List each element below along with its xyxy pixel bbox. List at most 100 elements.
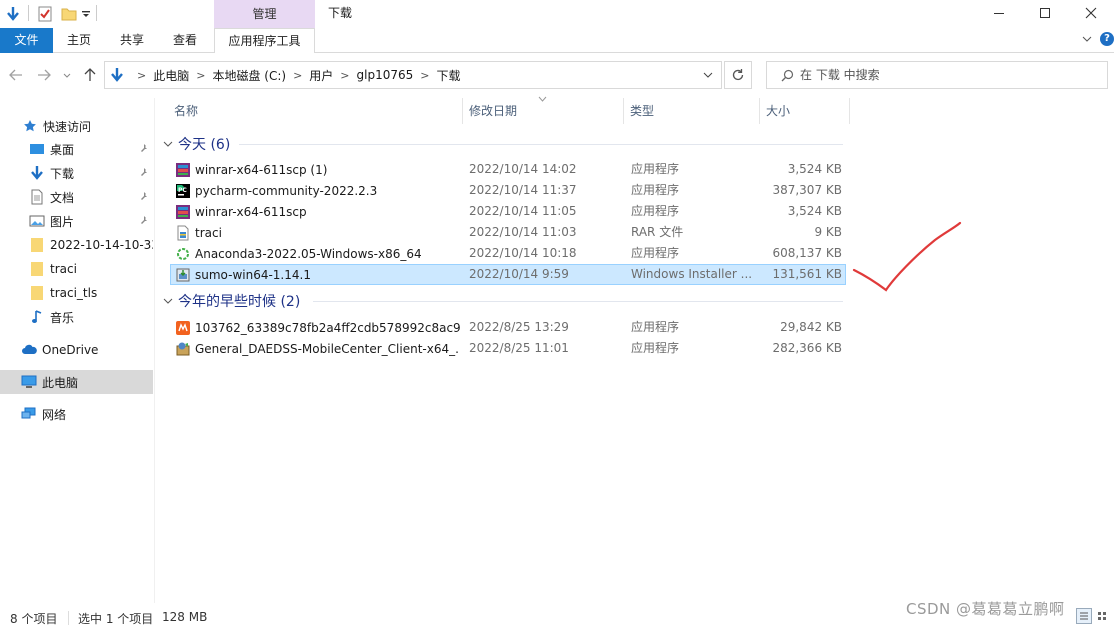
properties-icon[interactable] bbox=[36, 4, 54, 24]
setup-icon bbox=[175, 341, 191, 357]
group-header-earlier-this-year[interactable]: 今年的早些时候 (2) bbox=[163, 290, 843, 312]
file-row[interactable]: PC pycharm-community-2022.2.3 2022/10/14… bbox=[170, 180, 846, 201]
back-arrow-icon[interactable] bbox=[6, 65, 26, 85]
large-icons-view-icon[interactable] bbox=[1094, 608, 1110, 624]
collapse-chevron-icon[interactable] bbox=[163, 296, 173, 307]
file-size: 3,524 KB bbox=[787, 204, 842, 218]
breadcrumb-local-disk[interactable]: 本地磁盘 (C:) bbox=[212, 67, 286, 84]
customize-quick-access-icon[interactable] bbox=[80, 4, 92, 24]
sidebar-item-label: 快速访问 bbox=[43, 119, 92, 134]
sidebar-item-downloads[interactable]: 下载 bbox=[0, 161, 153, 185]
file-date: 2022/8/25 11:01 bbox=[469, 341, 569, 355]
pin-icon bbox=[139, 167, 149, 180]
search-icon bbox=[781, 69, 794, 82]
file-row[interactable]: 103762_63389c78fb2a4ff2cdb578992c8ac9...… bbox=[170, 317, 846, 338]
download-icon bbox=[29, 165, 45, 181]
file-name: traci bbox=[195, 225, 222, 240]
file-row-selected[interactable]: sumo-win64-1.14.1 2022/10/14 9:59 Window… bbox=[170, 264, 846, 285]
group-divider bbox=[239, 144, 843, 145]
sidebar-item-network[interactable]: 网络 bbox=[0, 402, 153, 426]
tab-home[interactable]: 主页 bbox=[60, 28, 98, 53]
tab-view[interactable]: 查看 bbox=[166, 28, 204, 53]
breadcrumb-users[interactable]: 用户 bbox=[309, 67, 333, 84]
sidebar-item-quick-access[interactable]: 快速访问 bbox=[0, 114, 153, 138]
file-row[interactable]: winrar-x64-611scp 2022/10/14 11:05 应用程序 … bbox=[170, 201, 846, 222]
refresh-button[interactable] bbox=[724, 61, 752, 89]
recent-locations-chevron-icon[interactable] bbox=[60, 65, 74, 85]
up-arrow-icon[interactable] bbox=[80, 65, 100, 85]
column-header-type[interactable]: 类型 bbox=[624, 98, 760, 124]
anaconda-icon bbox=[175, 246, 191, 262]
sidebar-item-label: traci_tls bbox=[50, 286, 98, 300]
file-row[interactable]: General_DAEDSS-MobileCenter_Client-x64_.… bbox=[170, 338, 846, 359]
sidebar-item-documents[interactable]: 文档 bbox=[0, 185, 153, 209]
navigation-bar: > 此电脑 > 本地磁盘 (C:) > 用户 > glp10765 > 下载 bbox=[0, 53, 1114, 98]
manage-context-tab[interactable]: 管理 bbox=[214, 0, 315, 28]
sidebar-item-this-pc[interactable]: 此电脑 bbox=[0, 370, 153, 394]
tab-share[interactable]: 共享 bbox=[113, 28, 151, 53]
breadcrumb-downloads[interactable]: 下载 bbox=[436, 67, 460, 84]
minimize-button[interactable] bbox=[976, 0, 1022, 26]
breadcrumb-separator-icon[interactable]: > bbox=[340, 69, 349, 82]
breadcrumb-separator-icon[interactable]: > bbox=[196, 69, 205, 82]
column-header-date[interactable]: 修改日期 bbox=[463, 98, 624, 124]
tab-file[interactable]: 文件 bbox=[0, 28, 53, 53]
star-icon bbox=[22, 118, 38, 134]
music-icon bbox=[29, 309, 45, 325]
file-size: 3,524 KB bbox=[787, 162, 842, 176]
expand-ribbon-icon[interactable] bbox=[1080, 32, 1094, 46]
tab-application-tools[interactable]: 应用程序工具 bbox=[214, 28, 315, 54]
group-header-today[interactable]: 今天 (6) bbox=[163, 133, 843, 155]
refresh-icon bbox=[732, 69, 744, 81]
close-button[interactable] bbox=[1068, 0, 1114, 26]
column-header-size[interactable]: 大小 bbox=[760, 98, 850, 124]
sidebar-item-pictures[interactable]: 图片 bbox=[0, 209, 153, 233]
computer-icon bbox=[21, 374, 37, 390]
collapse-chevron-icon[interactable] bbox=[163, 139, 173, 150]
file-size: 131,561 KB bbox=[772, 267, 842, 281]
file-row[interactable]: traci 2022/10/14 11:03 RAR 文件 9 KB bbox=[170, 222, 846, 243]
quick-access-down-arrow-icon[interactable] bbox=[4, 4, 22, 24]
breadcrumb-this-pc[interactable]: 此电脑 bbox=[153, 67, 189, 84]
sidebar-item-label: 2022-10-14-10-33 bbox=[50, 238, 153, 252]
sidebar-item-folder-traci-tls[interactable]: traci_tls bbox=[0, 281, 153, 305]
sidebar-item-label: 下载 bbox=[50, 166, 75, 181]
sidebar-item-label: 网络 bbox=[42, 407, 67, 422]
file-date: 2022/10/14 14:02 bbox=[469, 162, 577, 176]
sidebar-item-desktop[interactable]: 桌面 bbox=[0, 137, 153, 161]
file-type: Windows Installer ... bbox=[631, 267, 753, 281]
file-name: 103762_63389c78fb2a4ff2cdb578992c8ac9... bbox=[195, 320, 460, 335]
file-date: 2022/10/14 9:59 bbox=[469, 267, 569, 281]
maximize-button[interactable] bbox=[1022, 0, 1068, 26]
breadcrumb-user[interactable]: glp10765 bbox=[357, 68, 414, 82]
sidebar-item-label: 图片 bbox=[50, 214, 75, 229]
rar-file-icon bbox=[175, 225, 191, 241]
file-name: sumo-win64-1.14.1 bbox=[195, 267, 311, 282]
sidebar-item-music[interactable]: 音乐 bbox=[0, 305, 153, 329]
pin-icon bbox=[139, 143, 149, 156]
new-folder-icon[interactable] bbox=[60, 4, 78, 24]
address-history-chevron-icon[interactable] bbox=[695, 62, 721, 88]
forward-arrow-icon[interactable] bbox=[34, 65, 54, 85]
file-row[interactable]: Anaconda3-2022.05-Windows-x86_64 2022/10… bbox=[170, 243, 846, 264]
breadcrumb-separator-icon[interactable]: > bbox=[293, 69, 302, 82]
file-row[interactable]: winrar-x64-611scp (1) 2022/10/14 14:02 应… bbox=[170, 159, 846, 180]
breadcrumb-separator-icon[interactable]: > bbox=[137, 69, 146, 82]
address-bar[interactable]: > 此电脑 > 本地磁盘 (C:) > 用户 > glp10765 > 下载 bbox=[104, 61, 722, 89]
file-name: General_DAEDSS-MobileCenter_Client-x64_.… bbox=[195, 341, 460, 356]
details-view-icon[interactable] bbox=[1076, 608, 1092, 624]
winrar-icon bbox=[175, 162, 191, 178]
sidebar-item-label: OneDrive bbox=[42, 343, 99, 357]
help-icon[interactable]: ? bbox=[1100, 32, 1114, 46]
sidebar-item-onedrive[interactable]: OneDrive bbox=[0, 338, 153, 362]
file-type: 应用程序 bbox=[631, 183, 680, 197]
sidebar-item-folder-2022-10-14[interactable]: 2022-10-14-10-33 bbox=[0, 233, 153, 257]
file-date: 2022/10/14 10:18 bbox=[469, 246, 577, 260]
search-box[interactable] bbox=[766, 61, 1108, 89]
sidebar-item-folder-traci[interactable]: traci bbox=[0, 257, 153, 281]
search-input[interactable] bbox=[800, 68, 1100, 82]
column-header-name[interactable]: 名称 bbox=[168, 98, 463, 124]
breadcrumb-separator-icon[interactable]: > bbox=[420, 69, 429, 82]
file-date: 2022/8/25 13:29 bbox=[469, 320, 569, 334]
file-type: 应用程序 bbox=[631, 204, 680, 218]
